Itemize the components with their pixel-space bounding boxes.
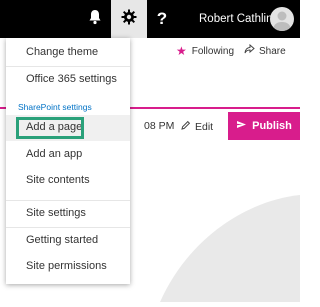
publish-label: Publish [252, 120, 292, 132]
menu-item-site-settings[interactable]: Site settings [6, 200, 130, 227]
suite-bar: ? Robert Cathlina [0, 0, 300, 38]
menu-item-site-permissions[interactable]: Site permissions [6, 254, 130, 280]
star-icon: ★ [176, 44, 187, 58]
settings-button[interactable] [111, 0, 147, 38]
share-button[interactable]: Share [244, 43, 286, 58]
bell-icon [88, 9, 102, 30]
avatar[interactable] [270, 7, 294, 31]
menu-item-add-an-app[interactable]: Add an app [6, 142, 130, 168]
pencil-icon [180, 120, 191, 134]
highlight-annotation [16, 117, 84, 139]
share-label: Share [259, 45, 286, 57]
edit-button[interactable]: Edit [180, 117, 213, 137]
user-name[interactable]: Robert Cathlina [199, 13, 279, 25]
share-icon [244, 43, 255, 58]
menu-item-office365-settings[interactable]: Office 365 settings [6, 66, 130, 93]
gear-icon [121, 9, 137, 30]
publish-icon [236, 119, 247, 133]
edit-label: Edit [195, 121, 214, 133]
menu-item-getting-started[interactable]: Getting started [6, 227, 130, 254]
menu-item-change-theme[interactable]: Change theme [6, 40, 130, 66]
follow-label: Following [191, 45, 235, 57]
publish-button[interactable]: Publish [228, 112, 300, 140]
help-icon: ? [156, 9, 168, 28]
follow-button[interactable]: ★ Following [176, 44, 234, 58]
section-header-sharepoint-settings: SharePoint settings [18, 102, 92, 112]
last-saved-time: 08 PM [144, 120, 175, 132]
notifications-button[interactable] [81, 0, 109, 38]
help-button[interactable]: ? [148, 0, 176, 38]
page-canvas [100, 140, 300, 302]
menu-item-site-contents[interactable]: Site contents [6, 168, 130, 194]
settings-menu: Change theme Office 365 settings SharePo… [6, 38, 130, 284]
person-icon [273, 11, 291, 31]
